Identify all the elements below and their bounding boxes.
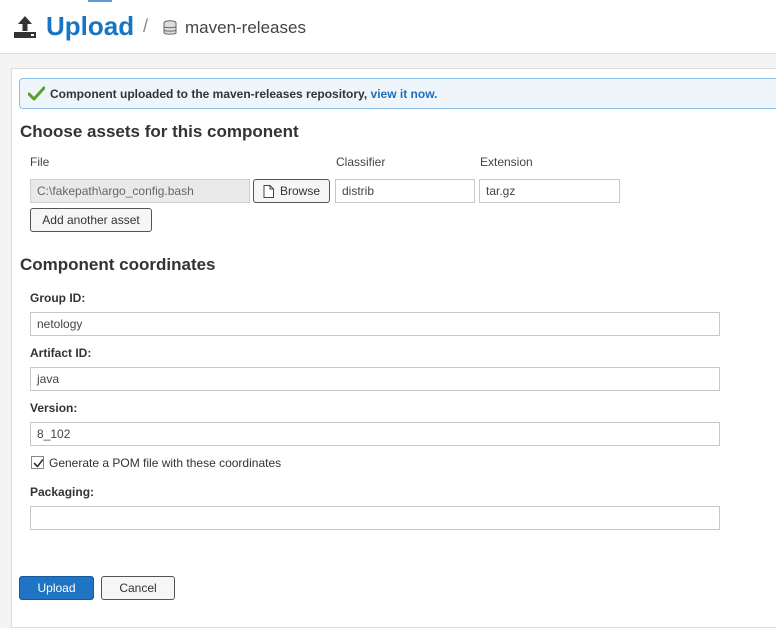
check-icon bbox=[27, 86, 46, 101]
browse-button[interactable]: Browse bbox=[253, 179, 330, 203]
version-input[interactable]: 8_102 bbox=[30, 422, 720, 446]
cancel-button[interactable]: Cancel bbox=[101, 576, 175, 600]
upload-icon bbox=[12, 14, 38, 40]
alert-text: Component uploaded to the maven-releases… bbox=[50, 87, 437, 101]
artifact-id-label: Artifact ID: bbox=[30, 346, 92, 360]
extension-column-label: Extension bbox=[480, 155, 533, 169]
add-another-asset-button[interactable]: Add another asset bbox=[30, 208, 152, 232]
upload-button[interactable]: Upload bbox=[19, 576, 94, 600]
group-id-input[interactable]: netology bbox=[30, 312, 720, 336]
generate-pom-checkbox[interactable] bbox=[31, 456, 44, 469]
group-id-label: Group ID: bbox=[30, 291, 86, 305]
file-column-label: File bbox=[30, 155, 50, 169]
packaging-label: Packaging: bbox=[30, 485, 95, 499]
breadcrumb-separator: / bbox=[143, 16, 149, 36]
browse-label: Browse bbox=[279, 184, 320, 198]
page-title: Upload bbox=[46, 11, 135, 41]
view-it-now-link[interactable]: view it now. bbox=[371, 87, 438, 101]
breadcrumb-repository[interactable]: maven-releases bbox=[185, 18, 306, 38]
classifier-input[interactable]: distrib bbox=[335, 179, 475, 203]
version-label: Version: bbox=[30, 401, 78, 415]
alert-message: Component uploaded to the maven-releases… bbox=[50, 87, 368, 101]
database-icon bbox=[163, 20, 177, 36]
top-accent-strip bbox=[88, 0, 112, 2]
upload-button-label: Upload bbox=[37, 581, 76, 595]
file-path-field: C:\fakepath\argo_config.bash bbox=[30, 179, 250, 203]
artifact-id-input[interactable]: java bbox=[30, 367, 720, 391]
coordinates-heading: Component coordinates bbox=[20, 255, 216, 274]
document-icon bbox=[263, 184, 274, 198]
assets-heading: Choose assets for this component bbox=[20, 122, 299, 141]
add-asset-label: Add another asset bbox=[42, 213, 140, 227]
generate-pom-label[interactable]: Generate a POM file with these coordinat… bbox=[49, 456, 281, 470]
classifier-column-label: Classifier bbox=[336, 155, 386, 169]
upload-panel bbox=[11, 68, 776, 628]
packaging-input[interactable] bbox=[30, 506, 720, 530]
cancel-button-label: Cancel bbox=[119, 581, 157, 595]
extension-input[interactable]: tar.gz bbox=[479, 179, 620, 203]
